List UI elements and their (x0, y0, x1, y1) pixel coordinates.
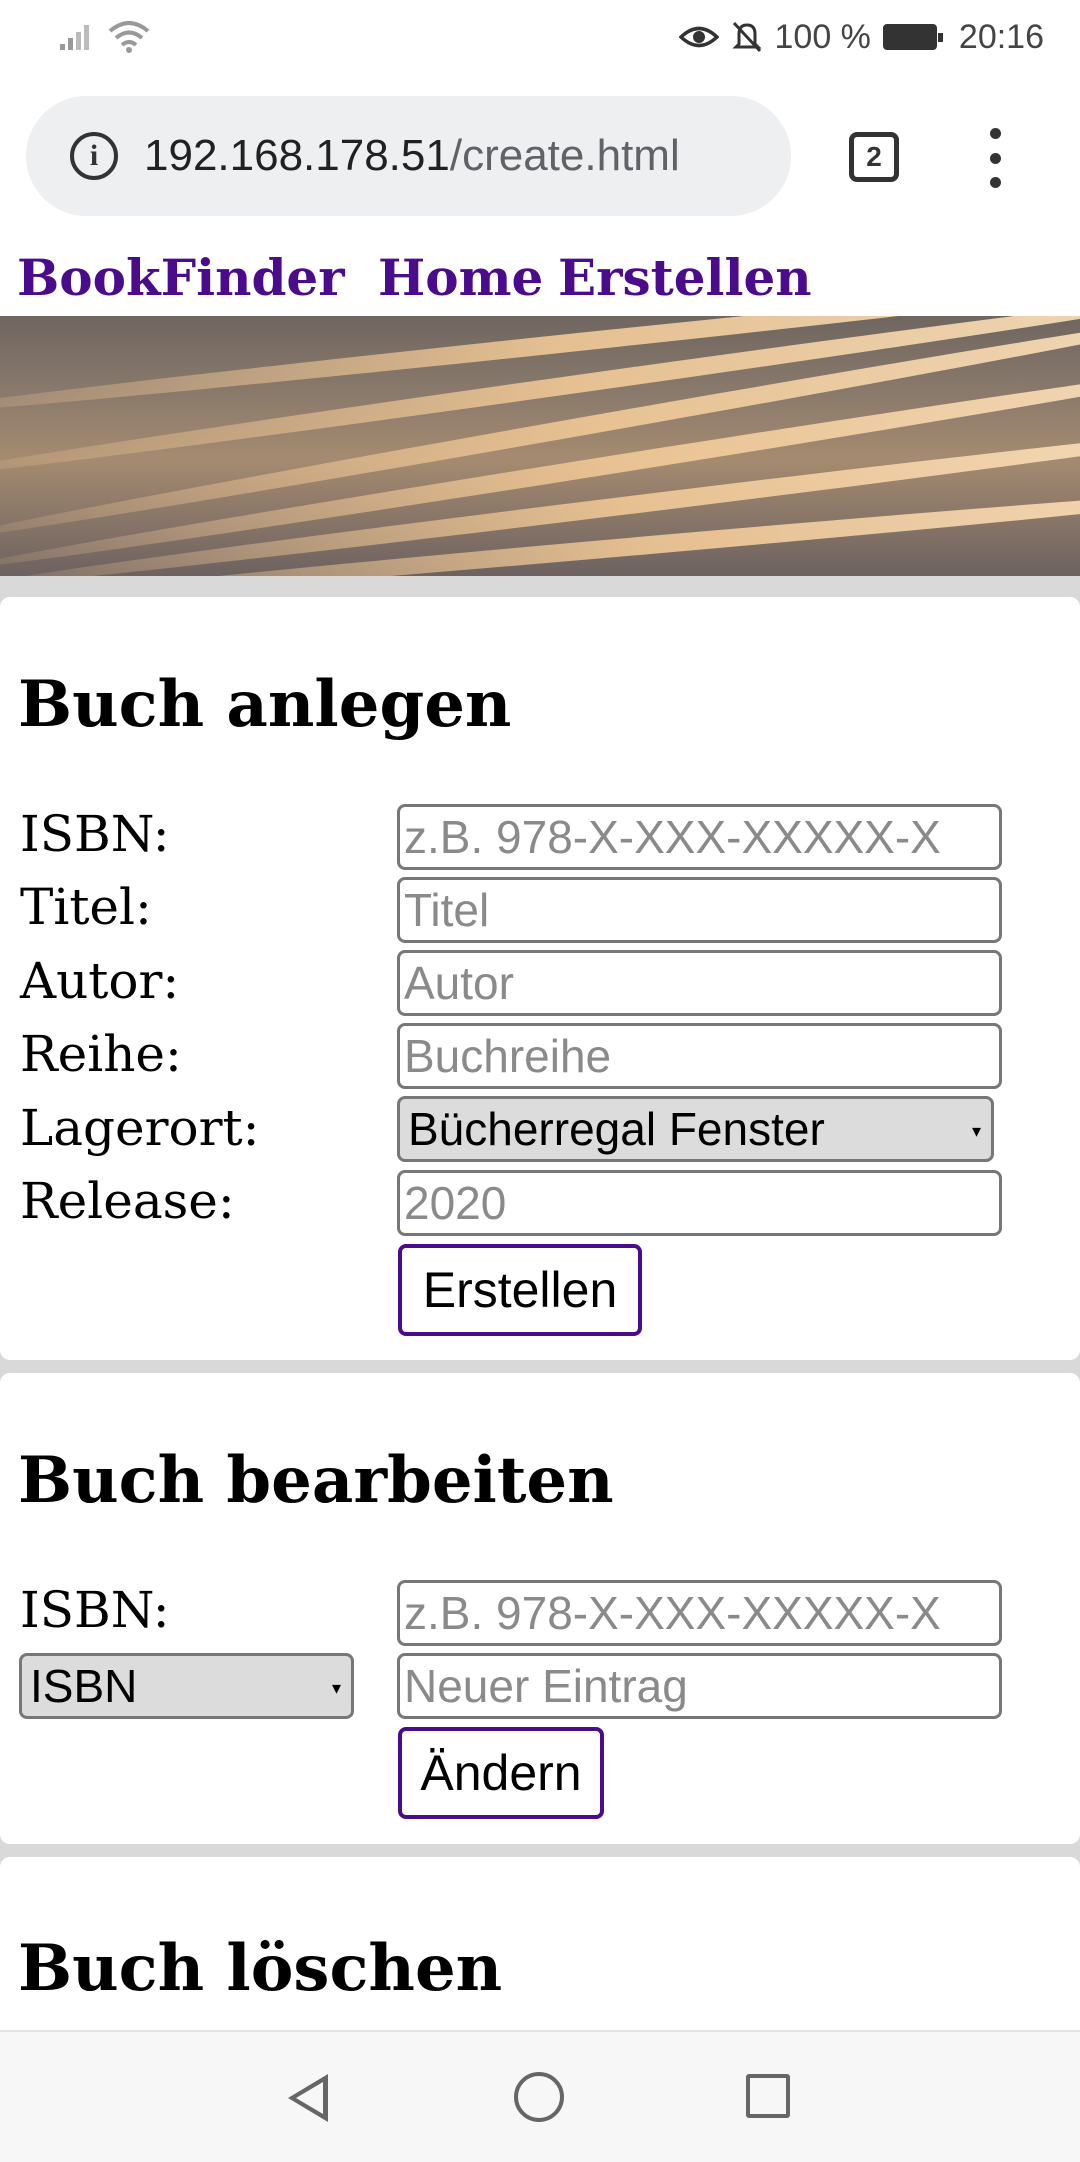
signal-icon (60, 25, 89, 50)
edit-field-select-value: ISBN (30, 1660, 138, 1712)
isbn-label: ISBN: (20, 805, 170, 863)
delete-book-card: Buch löschen (0, 1857, 1080, 2057)
new-entry-input[interactable] (397, 1653, 1002, 1719)
edit-field-select[interactable]: ISBN ▾ (19, 1653, 354, 1719)
site-nav: BookFinder Home Erstellen (0, 240, 1080, 316)
release-input[interactable] (397, 1170, 1002, 1236)
wifi-icon (108, 21, 150, 53)
edit-isbn-input[interactable] (397, 1580, 1002, 1646)
battery-icon (882, 24, 943, 50)
browser-toolbar: i 192.168.178.51/create.html 2 (0, 74, 1080, 240)
nav-create-link[interactable]: Erstellen (558, 248, 812, 307)
home-icon[interactable] (514, 2072, 564, 2122)
eye-icon (678, 26, 719, 48)
overflow-menu-icon[interactable] (985, 128, 1005, 188)
clock: 20:16 (958, 17, 1044, 56)
series-label: Reihe: (20, 1025, 182, 1083)
url-path: /create.html (449, 131, 680, 180)
status-bar: 100 % 20:16 (0, 0, 1080, 74)
delete-book-heading: Buch löschen (18, 1931, 503, 2006)
battery-percentage: 100 % (774, 17, 871, 56)
back-icon[interactable] (288, 2074, 328, 2122)
change-button[interactable]: Ändern (398, 1727, 604, 1819)
create-book-card: Buch anlegen ISBN: Titel: Autor: Reihe: … (0, 597, 1080, 1360)
location-label: Lagerort: (20, 1099, 260, 1157)
url-host: 192.168.178.51 (144, 131, 450, 180)
title-input[interactable] (397, 877, 1002, 943)
bell-off-icon (731, 21, 762, 53)
author-label: Autor: (20, 952, 180, 1010)
create-book-heading: Buch anlegen (18, 667, 512, 742)
info-icon[interactable]: i (70, 132, 118, 180)
series-input[interactable] (397, 1023, 1002, 1089)
location-select-value: Bücherregal Fenster (408, 1103, 825, 1155)
tab-switcher-button[interactable]: 2 (849, 132, 899, 182)
address-bar[interactable]: i 192.168.178.51/create.html (26, 96, 791, 216)
create-button[interactable]: Erstellen (398, 1244, 642, 1336)
location-select[interactable]: Bücherregal Fenster ▾ (397, 1096, 994, 1162)
title-label: Titel: (20, 878, 152, 936)
recents-icon[interactable] (746, 2074, 790, 2118)
system-navigation-bar (0, 2030, 1080, 2162)
isbn-input[interactable] (397, 804, 1002, 870)
dropdown-caret-icon: ▾ (971, 1121, 981, 1141)
edit-book-card: Buch bearbeiten ISBN: ISBN ▾ Ändern (0, 1373, 1080, 1844)
edit-isbn-label: ISBN: (20, 1581, 170, 1639)
edit-book-heading: Buch bearbeiten (18, 1443, 614, 1518)
release-label: Release: (20, 1172, 235, 1230)
hero-book-image (0, 316, 1080, 576)
nav-home-link[interactable]: Home (378, 248, 543, 307)
author-input[interactable] (397, 950, 1002, 1016)
dropdown-caret-icon: ▾ (331, 1678, 341, 1698)
brand-link[interactable]: BookFinder (17, 248, 345, 307)
